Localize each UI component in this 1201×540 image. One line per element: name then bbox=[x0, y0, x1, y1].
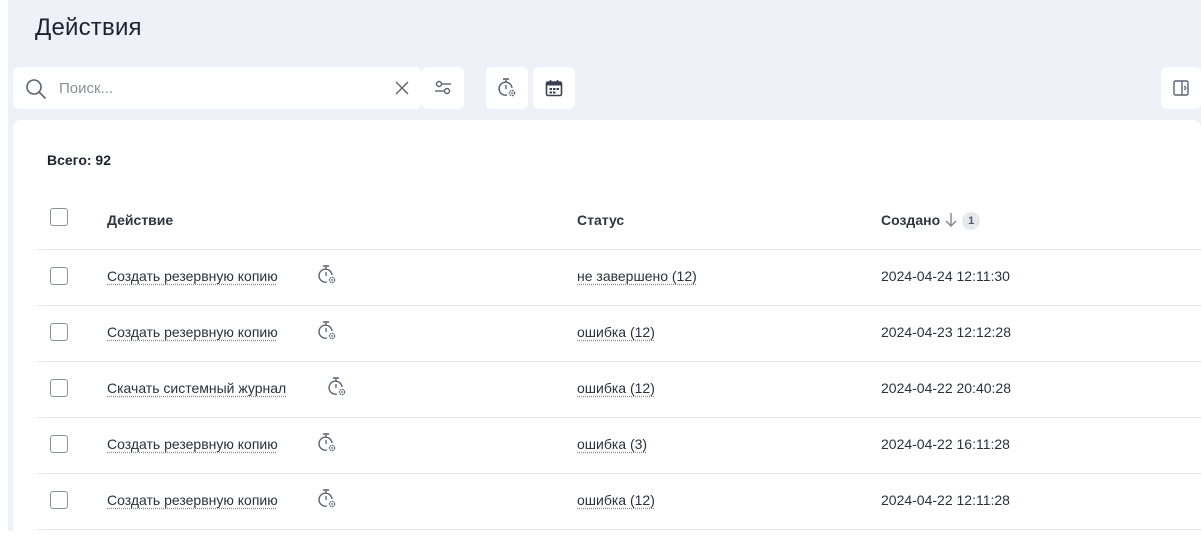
calendar-icon bbox=[544, 78, 564, 98]
timer-gear-icon bbox=[317, 264, 337, 286]
column-header-created[interactable]: Создано 1 bbox=[881, 212, 980, 230]
row-checkbox[interactable] bbox=[50, 267, 68, 285]
filter-button[interactable] bbox=[422, 67, 464, 109]
columns-settings-button[interactable] bbox=[1161, 67, 1201, 109]
created-date: 2024-04-22 20:40:28 bbox=[881, 380, 1011, 396]
sort-order-badge: 1 bbox=[962, 212, 980, 230]
action-link[interactable]: Создать резервную копию bbox=[107, 492, 278, 508]
timer-gear-icon bbox=[317, 488, 337, 510]
sort-down-arrow-icon bbox=[944, 212, 958, 228]
folder-columns-icon bbox=[1171, 78, 1191, 98]
divider bbox=[37, 529, 1201, 530]
table-row: Создать резервную копию ошибка (12) 2024-0… bbox=[13, 474, 1201, 530]
search-box bbox=[13, 67, 422, 109]
scheduled-tasks-button[interactable] bbox=[486, 67, 528, 109]
status-link[interactable]: ошибка (12) bbox=[577, 324, 655, 340]
search-input[interactable] bbox=[59, 77, 379, 99]
created-date: 2024-04-22 16:11:28 bbox=[881, 436, 1010, 452]
timer-gear-icon bbox=[317, 320, 337, 342]
created-date: 2024-04-24 12:11:30 bbox=[881, 268, 1010, 284]
row-checkbox[interactable] bbox=[50, 435, 68, 453]
timer-gear-icon bbox=[497, 77, 517, 99]
timer-gear-icon bbox=[317, 432, 337, 454]
table-row: Скачать системный журнал ошибка (12) 2024-… bbox=[13, 362, 1201, 418]
table-row: Создать резервную копию ошибка (12) 2024-0… bbox=[13, 306, 1201, 362]
page: Действия Поиск... Всего: 92 Действие Ста… bbox=[8, 0, 1201, 531]
table-row: Создать резервную копию ошибка (3) 2024-04… bbox=[13, 418, 1201, 474]
status-link[interactable]: ошибка (3) bbox=[577, 436, 647, 452]
created-date: 2024-04-23 12:12:28 bbox=[881, 324, 1011, 340]
created-date: 2024-04-22 12:11:28 bbox=[881, 492, 1010, 508]
select-all-checkbox[interactable] bbox=[50, 208, 68, 226]
actions-table-card: Всего: 92 Действие Статус Создано 1 Созд… bbox=[13, 120, 1201, 540]
column-header-created-label: Создано bbox=[881, 212, 940, 228]
page-title: Действия bbox=[35, 14, 142, 42]
row-checkbox[interactable] bbox=[50, 379, 68, 397]
row-checkbox[interactable] bbox=[50, 491, 68, 509]
calendar-button[interactable] bbox=[533, 67, 575, 109]
action-link[interactable]: Создать резервную копию bbox=[107, 268, 278, 284]
clear-search-icon[interactable] bbox=[393, 79, 411, 97]
status-link[interactable]: ошибка (12) bbox=[577, 492, 655, 508]
action-link[interactable]: Скачать системный журнал bbox=[107, 380, 286, 396]
column-header-action[interactable]: Действие bbox=[107, 212, 173, 228]
timer-gear-icon bbox=[327, 376, 347, 398]
table-row: Создать резервную копию не завершено (12)… bbox=[13, 250, 1201, 306]
search-icon bbox=[25, 78, 47, 100]
action-link[interactable]: Создать резервную копию bbox=[107, 436, 278, 452]
row-checkbox[interactable] bbox=[50, 323, 68, 341]
status-link[interactable]: ошибка (12) bbox=[577, 380, 655, 396]
status-link[interactable]: не завершено (12) bbox=[577, 268, 697, 284]
total-count: Всего: 92 bbox=[47, 152, 111, 168]
filter-sliders-icon bbox=[433, 78, 453, 98]
action-link[interactable]: Создать резервную копию bbox=[107, 324, 278, 340]
column-header-status[interactable]: Статус bbox=[577, 212, 624, 228]
